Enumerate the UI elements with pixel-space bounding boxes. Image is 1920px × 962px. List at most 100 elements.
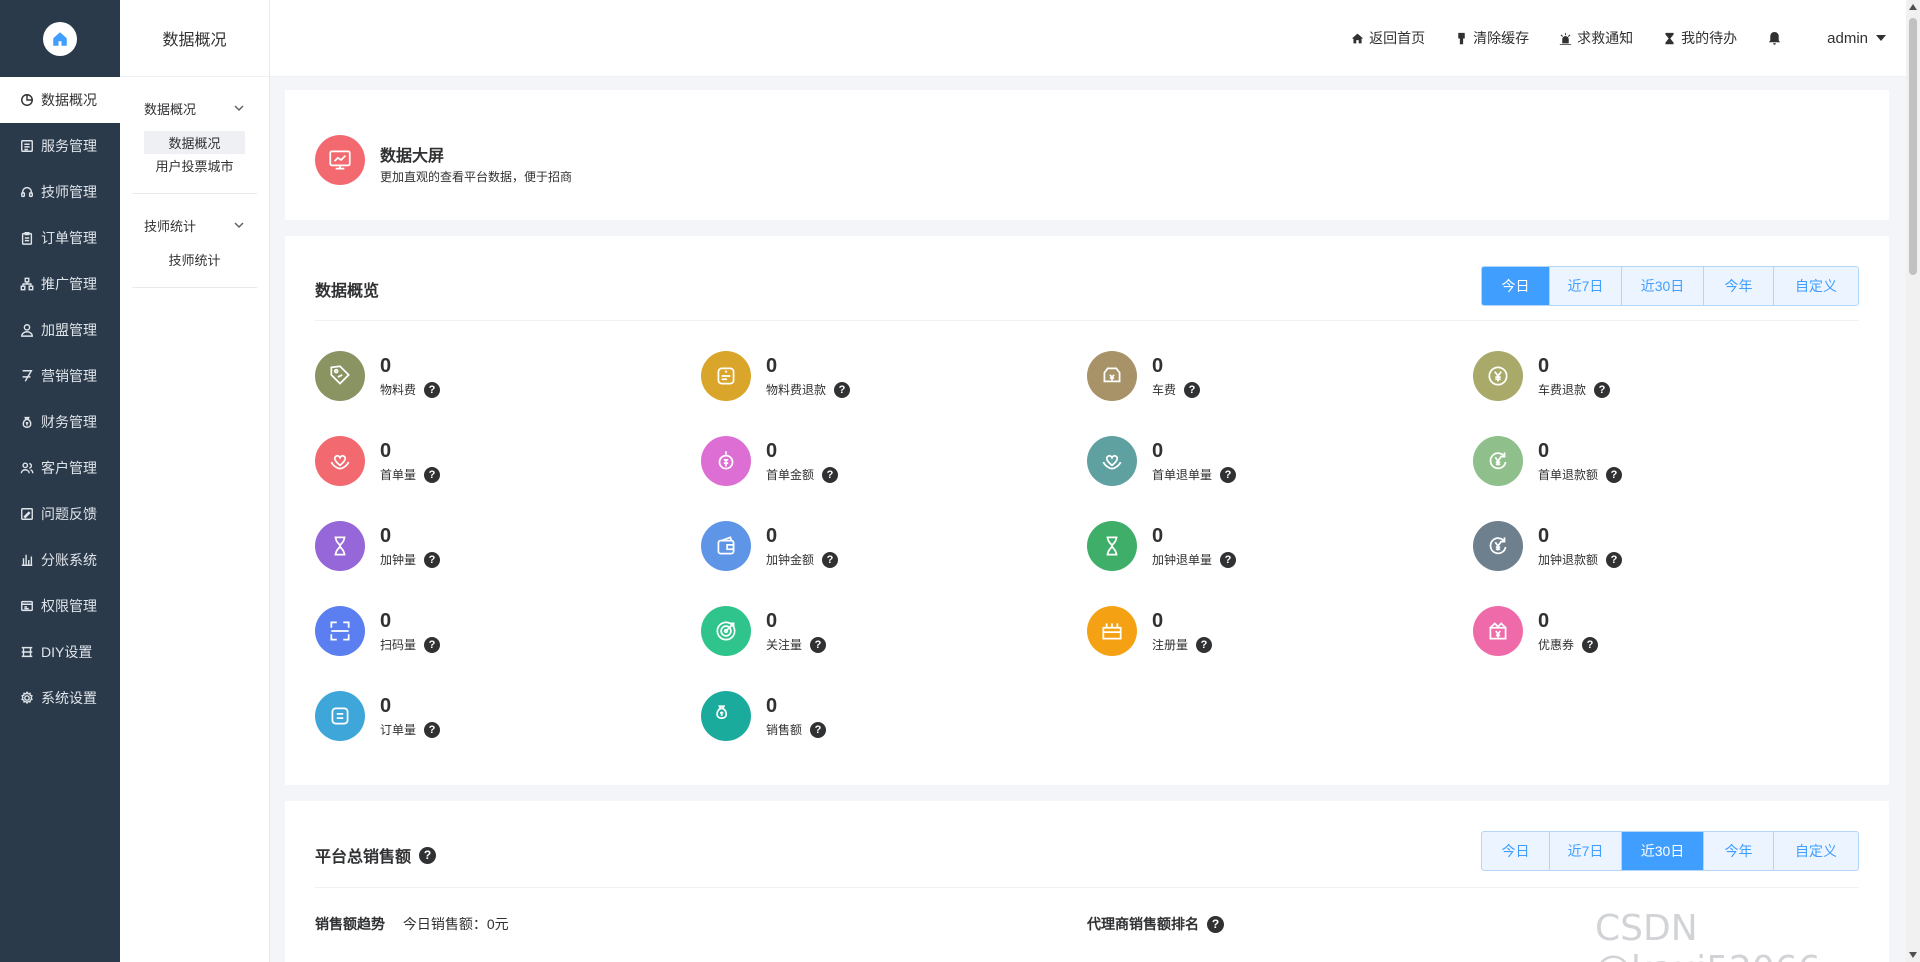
stat-item: 0 加钟量? (315, 521, 615, 573)
stat-label: 首单金额 (766, 468, 815, 482)
stat-value: 0 (1538, 355, 1550, 377)
sidebar-item-label: 客户管理 (41, 460, 97, 476)
help-icon[interactable]: ? (424, 551, 441, 568)
stat-item: 0 关注量? (701, 606, 1001, 658)
stat-item: 0 首单金额? (701, 436, 1001, 488)
stat-value: 0 (766, 695, 778, 717)
sidebar-item-13[interactable]: 系统设置 (0, 675, 120, 721)
help-icon[interactable]: ? (419, 846, 437, 864)
stat-label-row: 物料费? (380, 381, 441, 398)
notification-bell-button[interactable] (1767, 31, 1787, 46)
help-icon[interactable]: ? (834, 381, 851, 398)
sidebar-item-8[interactable]: 客户管理 (0, 445, 120, 491)
submenu-item-overview[interactable]: 数据概况 (144, 131, 245, 154)
stat-label-row: 注册量? (1152, 636, 1213, 653)
platform-sales-title: 平台总销售额 (315, 849, 412, 866)
range-tab[interactable]: 近30日 (1622, 832, 1704, 870)
sidebar-item-1[interactable]: 服务管理 (0, 123, 120, 169)
register-icon (1087, 606, 1137, 656)
range-tab[interactable]: 今年 (1704, 832, 1774, 870)
stat-value: 0 (1152, 440, 1164, 462)
stat-label: 销售额 (766, 723, 803, 737)
range-tab[interactable]: 今年 (1704, 267, 1774, 305)
sidebar-item-7[interactable]: 财务管理 (0, 399, 120, 445)
sidebar-item-label: 财务管理 (41, 414, 97, 430)
help-icon[interactable]: ? (1606, 466, 1623, 483)
help-icon[interactable]: ? (424, 636, 441, 653)
page-scrollbar[interactable] (1906, 0, 1920, 962)
sidebar-item-11[interactable]: 权限管理 (0, 583, 120, 629)
sidebar-item-12[interactable]: DIY设置 (0, 629, 120, 675)
stat-label: 加钟退单量 (1152, 553, 1213, 567)
range-tab[interactable]: 近7日 (1550, 267, 1622, 305)
stat-item: 0 首单退款额? (1473, 436, 1773, 488)
submenu-group-tech: 技师统计 技师统计 (132, 202, 257, 288)
help-icon[interactable]: ? (1594, 381, 1611, 398)
help-icon[interactable]: ? (1220, 466, 1237, 483)
help-icon[interactable]: ? (1196, 636, 1213, 653)
help-icon[interactable]: ? (822, 466, 839, 483)
stat-label-row: 加钟金额? (766, 551, 839, 568)
permission-icon (20, 599, 41, 613)
range-tab[interactable]: 今日 (1482, 267, 1550, 305)
help-icon[interactable]: ? (810, 636, 827, 653)
help-icon[interactable]: ? (424, 466, 441, 483)
help-icon[interactable]: ? (1220, 551, 1237, 568)
sidebar-item-3[interactable]: 订单管理 (0, 215, 120, 261)
sidebar-item-4[interactable]: 推广管理 (0, 261, 120, 307)
stat-label: 物料费退款 (766, 383, 827, 397)
stat-value: 0 (1152, 525, 1164, 547)
scroll-up-icon[interactable] (1909, 4, 1917, 10)
sidebar-item-2[interactable]: 技师管理 (0, 169, 120, 215)
help-icon[interactable]: ? (810, 721, 827, 738)
range-tab[interactable]: 今日 (1482, 832, 1550, 870)
sidebar-item-10[interactable]: 分账系统 (0, 537, 120, 583)
stat-label: 优惠券 (1538, 638, 1575, 652)
user-dropdown[interactable]: admin (1827, 30, 1886, 47)
overview-title: 数据概览 (315, 283, 380, 300)
submenu-title: 数据概况 (120, 0, 269, 77)
back-home-button[interactable]: 返回首页 (1351, 28, 1425, 48)
sales-trend-row: 销售额趋势 今日销售额：0元 (315, 914, 509, 934)
stat-value: 0 (380, 525, 392, 547)
stat-label: 物料费 (380, 383, 417, 397)
range-tab[interactable]: 自定义 (1774, 832, 1858, 870)
submenu-group-title[interactable]: 技师统计 (144, 202, 245, 248)
sidebar-item-5[interactable]: 加盟管理 (0, 307, 120, 353)
wallet-icon (701, 521, 751, 571)
sidebar-item-0[interactable]: 数据概况 (0, 77, 120, 123)
my-todo-button[interactable]: 我的待办 (1663, 28, 1737, 48)
heart-hand-icon (315, 436, 365, 486)
help-icon[interactable]: ? (1207, 915, 1224, 933)
help-icon[interactable]: ? (1582, 636, 1599, 653)
clear-cache-button[interactable]: 清除缓存 (1455, 28, 1529, 48)
agent-ranking-row: 代理商销售额排名 ? (1087, 914, 1224, 934)
sidebar-item-9[interactable]: 问题反馈 (0, 491, 120, 537)
submenu-group-title[interactable]: 数据概况 (144, 85, 245, 131)
username: admin (1827, 29, 1868, 47)
help-icon[interactable]: ? (1184, 381, 1201, 398)
help-icon[interactable]: ? (822, 551, 839, 568)
stat-item: 0 扫码量? (315, 606, 615, 658)
secondary-sidebar: 数据概况 数据概况 数据概况 用户投票城市 技师统计 技师统计 (120, 0, 270, 962)
sidebar-item-label: 订单管理 (41, 230, 97, 246)
sidebar-item-6[interactable]: 营销管理 (0, 353, 120, 399)
help-icon[interactable]: ? (424, 721, 441, 738)
range-tab[interactable]: 近7日 (1550, 832, 1622, 870)
stat-label-row: 车费? (1152, 381, 1201, 398)
sos-notice-button[interactable]: 求救通知 (1559, 28, 1633, 48)
chevron-down-icon (234, 222, 244, 229)
sidebar-item-label: 问题反馈 (41, 506, 97, 522)
stat-item: 0 加钟金额? (701, 521, 1001, 573)
submenu-item-tech-stats[interactable]: 技师统计 (144, 248, 245, 271)
app-logo[interactable] (0, 0, 120, 77)
scrollbar-thumb[interactable] (1909, 18, 1917, 275)
sales-range-tabs: 今日 近7日 近30日 今年 自定义 (1481, 831, 1859, 871)
data-screen-card[interactable]: 数据大屏 更加直观的查看平台数据，便于招商 (285, 90, 1889, 220)
help-icon[interactable]: ? (424, 381, 441, 398)
range-tab[interactable]: 近30日 (1622, 267, 1704, 305)
help-icon[interactable]: ? (1606, 551, 1623, 568)
marketing-icon (20, 369, 41, 383)
submenu-item-vote-city[interactable]: 用户投票城市 (144, 154, 245, 177)
range-tab[interactable]: 自定义 (1774, 267, 1858, 305)
